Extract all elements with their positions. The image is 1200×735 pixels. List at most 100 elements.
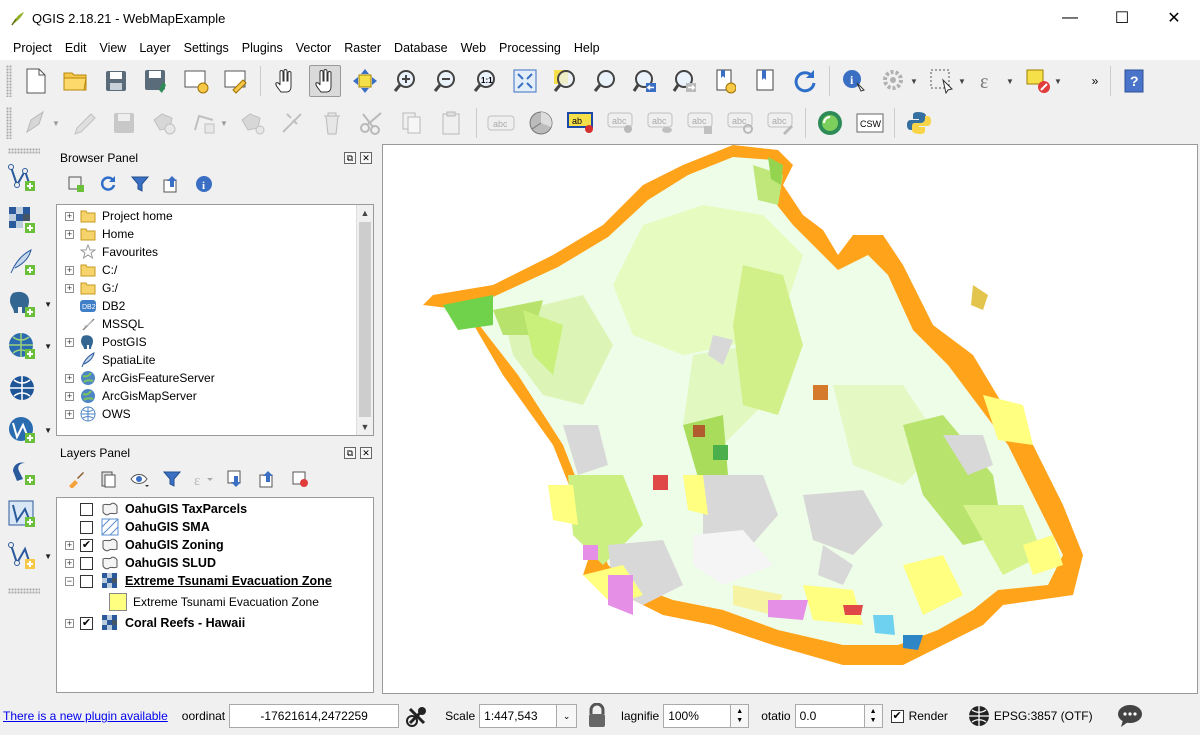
add-postgis-icon[interactable]: ▼ [4,286,52,322]
browser-item[interactable]: + ArcGisMapServer [57,387,373,405]
collapse-all-icon[interactable] [257,468,279,490]
manage-visibility-icon[interactable] [129,468,151,490]
deselect-icon[interactable] [1022,65,1054,97]
browser-item[interactable]: + ArcGisFeatureServer [57,369,373,387]
zoom-in-icon[interactable] [389,65,421,97]
composer-manager-icon[interactable] [220,65,252,97]
coordinate-field[interactable]: -17621614,2472259 [229,704,400,728]
properties-info-icon[interactable]: i [193,173,215,195]
save-project-icon[interactable] [100,65,132,97]
toolbar-grip[interactable] [6,107,12,139]
label-properties-icon[interactable]: abc [765,107,797,139]
menu-help[interactable]: Help [568,41,607,55]
add-group-icon[interactable] [97,468,119,490]
add-feature-icon[interactable] [148,107,180,139]
expand-toggle[interactable]: − [65,576,74,586]
pan-map-icon[interactable] [309,65,341,97]
csw-icon[interactable]: CSW [854,107,886,139]
save-as-icon[interactable] [140,65,172,97]
expand-toggle[interactable] [65,248,74,257]
browser-item[interactable]: + Home [57,225,373,243]
layer-row[interactable]: − Extreme Tsunami Evacuation Zone [57,572,373,590]
refresh-icon[interactable] [97,173,119,195]
toolbar-grip[interactable] [6,65,12,97]
browser-scrollbar[interactable]: ▲ ▼ [356,205,373,435]
browser-item[interactable]: + OWS [57,405,373,423]
menu-database[interactable]: Database [388,41,455,55]
browser-item[interactable]: DB2 DB2 [57,297,373,315]
collapse-all-icon[interactable] [161,173,183,195]
oahu-map[interactable] [383,145,1198,694]
save-edits-icon[interactable] [108,107,140,139]
change-label-icon[interactable]: abc [725,107,757,139]
select-feature-icon[interactable] [926,65,958,97]
zoom-to-selection-icon[interactable] [549,65,581,97]
pan-to-selection-icon[interactable] [349,65,381,97]
new-plugin-link[interactable]: There is a new plugin available [3,709,168,723]
expand-toggle[interactable]: + [65,265,74,275]
new-shapefile-icon[interactable]: ▼ [4,538,52,574]
menu-web[interactable]: Web [455,41,493,55]
remove-layer-icon[interactable] [289,468,311,490]
toolbar-overflow-button[interactable]: » [1086,65,1104,97]
new-bookmark-icon[interactable] [709,65,741,97]
filter-expression-icon[interactable]: ε [193,468,215,490]
toolbar-grip[interactable] [8,588,40,594]
scale-combobox[interactable]: 1:447,543 [479,704,558,728]
rotate-label-icon[interactable]: abc [685,107,717,139]
scale-lock-icon[interactable] [585,702,609,730]
browser-item[interactable]: + PostGIS [57,333,373,351]
identify-icon[interactable]: i [838,65,870,97]
browser-item[interactable]: SpatiaLite [57,351,373,369]
pin-labels-icon[interactable]: ab [565,107,597,139]
layer-visibility-checkbox[interactable] [80,556,93,570]
menu-view[interactable]: View [93,41,133,55]
menu-plugins[interactable]: Plugins [236,41,290,55]
python-console-icon[interactable] [903,107,935,139]
touch-zoom-pan-icon[interactable] [269,65,301,97]
expand-toggle[interactable] [65,505,74,514]
menu-project[interactable]: Project [0,41,59,55]
expand-toggle[interactable]: + [65,409,74,419]
rotation-spin-arrows[interactable]: ▲ ▼ [864,704,883,728]
extents-toggle-icon[interactable] [403,702,431,730]
layer-row[interactable]: OahuGIS TaxParcels [57,500,373,518]
diagram-icon[interactable] [525,107,557,139]
layer-visibility-checkbox[interactable] [80,520,93,534]
add-raster-layer-icon[interactable] [4,202,40,238]
menu-edit[interactable]: Edit [59,41,94,55]
add-delimited-text-icon[interactable] [4,244,40,280]
expand-toggle[interactable] [65,523,74,532]
current-edits-icon[interactable] [20,107,52,139]
zoom-native-icon[interactable]: 1:1 [469,65,501,97]
node-tool-icon[interactable] [236,107,268,139]
add-spatialite-icon[interactable] [4,454,40,490]
menu-settings[interactable]: Settings [178,41,236,55]
add-wms-icon[interactable]: ▼ [4,328,52,364]
refresh-icon[interactable] [789,65,821,97]
new-project-icon[interactable] [20,65,52,97]
add-layers-icon[interactable] [65,173,87,195]
expand-toggle[interactable]: + [65,540,74,550]
scroll-up-arrow[interactable]: ▲ [357,205,373,221]
filter-legend-icon[interactable] [161,468,183,490]
filter-icon[interactable] [129,173,151,195]
render-checkbox[interactable]: ✔ [890,709,904,723]
expand-toggle[interactable]: + [65,391,74,401]
zoom-out-icon[interactable] [429,65,461,97]
browser-item[interactable]: + G:/ [57,279,373,297]
expression-select-icon[interactable]: ε [974,65,1006,97]
crs-label[interactable]: EPSG:3857 (OTF) [994,709,1093,723]
help-icon[interactable]: ? [1119,65,1151,97]
toolbar-grip[interactable] [8,148,40,154]
layer-row[interactable]: + ✔ OahuGIS Zoning [57,536,373,554]
open-project-icon[interactable] [60,65,92,97]
move-feature-icon[interactable] [188,107,220,139]
close-panel-button[interactable]: ✕ [360,447,372,459]
add-vector-layer-icon[interactable] [4,160,40,196]
float-panel-button[interactable]: ⧉ [344,152,356,164]
menu-raster[interactable]: Raster [338,41,388,55]
expand-all-icon[interactable] [225,468,247,490]
expand-toggle[interactable]: + [65,618,74,628]
copy-features-icon[interactable] [356,107,388,139]
